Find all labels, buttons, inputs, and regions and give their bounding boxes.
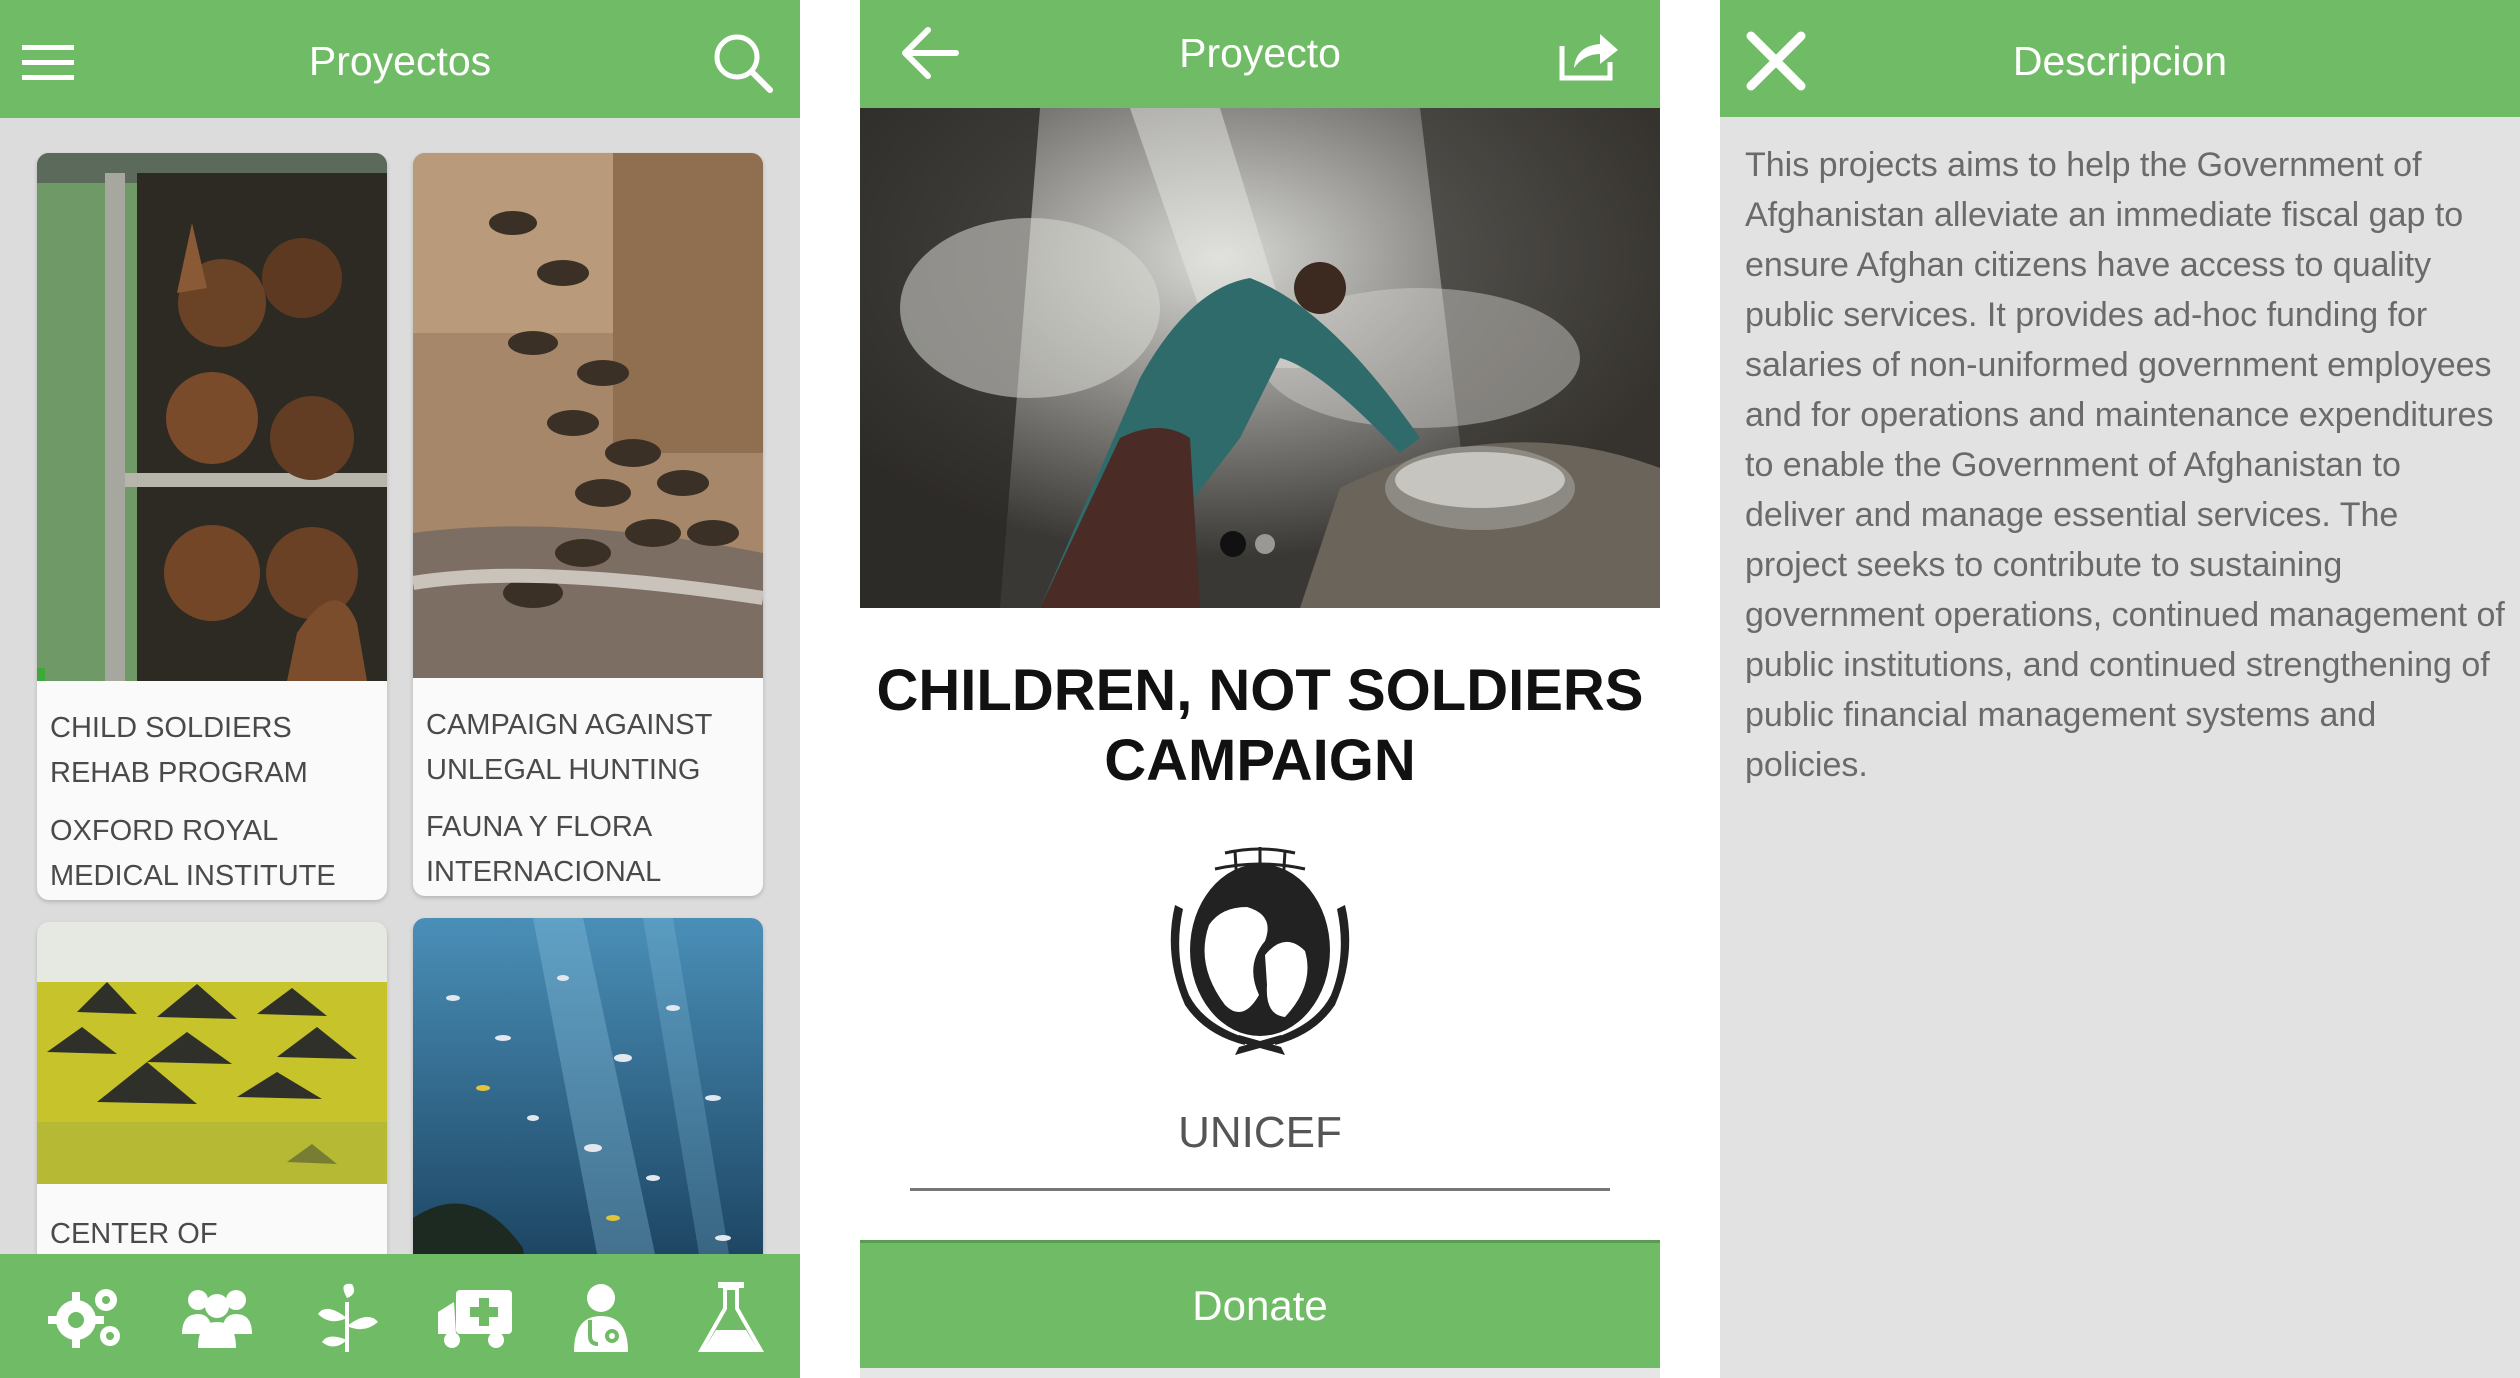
flask-icon[interactable] — [692, 1282, 770, 1354]
project-image — [37, 153, 387, 681]
carousel-dot[interactable] — [1220, 531, 1246, 557]
list-header: Proyectos — [0, 0, 800, 118]
ambulance-icon[interactable] — [436, 1282, 514, 1354]
organization-line: MEDICAL INSTITUTE — [50, 860, 336, 892]
project-image — [37, 922, 387, 1184]
donate-button[interactable]: Donate — [860, 1243, 1660, 1368]
project-name-line: UNLEGAL HUNTING — [426, 754, 701, 786]
share-icon[interactable] — [1558, 28, 1622, 82]
gears-icon[interactable] — [48, 1282, 126, 1354]
organization-line: INTERNACIONAL — [426, 856, 662, 888]
project-image — [413, 153, 763, 678]
project-name-line: CAMPAIGN AGAINST — [426, 709, 713, 741]
project-card[interactable]: CHILD SOLDIERS REHAB PROGRAM OXFORD ROYA… — [37, 153, 387, 900]
unicef-logo — [1155, 845, 1365, 1055]
projects-list-screen: Proyectos CHILD SOLDIERS REHAB PROGRAM O… — [0, 0, 800, 1378]
search-icon[interactable] — [712, 32, 774, 94]
page-title: Descripcion — [2012, 38, 2228, 84]
divider — [910, 1188, 1610, 1191]
category-bar — [0, 1254, 800, 1378]
organization-name: UNICEF — [1178, 1108, 1342, 1157]
project-description: This projects aims to help the Governmen… — [1745, 146, 2505, 784]
doctor-icon[interactable] — [562, 1282, 640, 1354]
project-detail-screen: Proyecto CHILDREN, NOT SOLDIERS CAMPAIGN… — [860, 0, 1660, 1378]
page-title: Proyecto — [1179, 30, 1341, 76]
divider — [860, 1368, 1660, 1378]
project-title: CHILDREN, NOT SOLDIERS CAMPAIGN — [860, 656, 1660, 796]
detail-header: Proyecto — [860, 0, 1660, 108]
description-header: Descripcion — [1720, 0, 2520, 117]
page-title: Proyectos — [308, 38, 492, 84]
organization-line: FAUNA Y FLORA — [426, 811, 653, 843]
project-name-line: CENTER OF — [50, 1218, 218, 1250]
project-title-line: CHILDREN, NOT SOLDIERS — [876, 658, 1644, 723]
organization-line: OXFORD ROYAL — [50, 815, 279, 847]
carousel-dot[interactable] — [1255, 534, 1275, 554]
plant-icon[interactable] — [308, 1282, 386, 1354]
group-icon[interactable] — [178, 1282, 256, 1354]
project-title-line: CAMPAIGN — [1104, 728, 1416, 793]
description-screen: Descripcion This projects aims to help t… — [1720, 0, 2520, 1378]
project-name-line: REHAB PROGRAM — [50, 757, 308, 789]
project-photo-carousel[interactable] — [860, 108, 1660, 608]
project-card[interactable]: CAMPAIGN AGAINST UNLEGAL HUNTING FAUNA Y… — [413, 153, 763, 896]
project-name-line: CHILD SOLDIERS — [50, 712, 292, 744]
